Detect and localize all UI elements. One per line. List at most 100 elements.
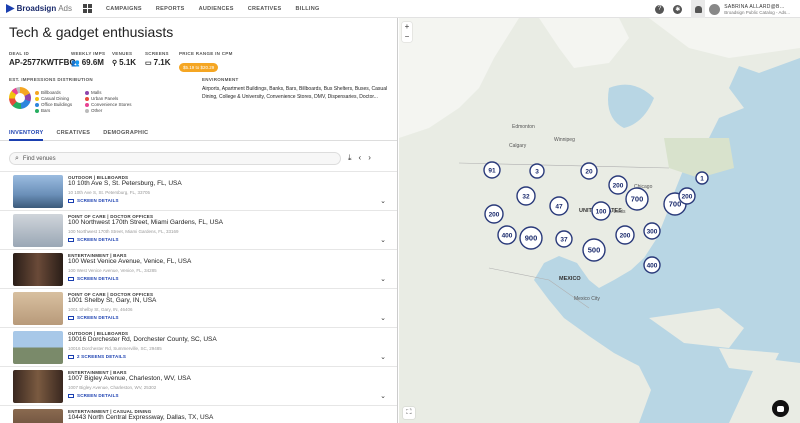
price-stat: PRICE RANGE IN CPM $5.19 to $20.29: [179, 51, 233, 74]
venues-label: VENUES: [112, 51, 133, 56]
map-cluster-count: 300: [647, 229, 658, 236]
main-nav: CAMPAIGNS REPORTS AUDIENCES CREATIVES BI…: [106, 6, 334, 12]
download-icon[interactable]: ⤓: [348, 153, 352, 163]
settings-icon[interactable]: ✱: [673, 4, 683, 14]
chevron-down-icon[interactable]: ⌄: [380, 275, 386, 283]
legend-item: Casual Dining: [35, 96, 85, 101]
venue-thumbnail: [13, 409, 63, 423]
apps-grid-icon[interactable]: [80, 2, 94, 16]
tab-creatives[interactable]: CREATIVES: [56, 127, 90, 141]
chevron-down-icon[interactable]: ⌄: [380, 392, 386, 400]
screen-details-link[interactable]: 2 SCREENS DETAILS: [68, 354, 126, 359]
venue-address: 10 10th Ave S, St. Petersburg, FL, USA: [68, 180, 182, 187]
screen-details-link[interactable]: SCREEN DETAILS: [68, 237, 119, 242]
nav-reports[interactable]: REPORTS: [156, 6, 185, 12]
chevron-right-icon[interactable]: ›: [368, 153, 371, 163]
location-pin-icon: ⚲: [112, 59, 118, 67]
user-menu[interactable]: SABRINA ALLARD@B... Broadsign Public Cat…: [724, 4, 790, 15]
screen-details-link[interactable]: SCREEN DETAILS: [68, 393, 119, 398]
list-item[interactable]: POINT OF CARE | DOCTOR OFFICES 100 North…: [0, 210, 397, 249]
map-cluster-count: 3: [535, 169, 539, 176]
map-cluster-count: 1: [700, 176, 704, 183]
screen-details-link[interactable]: SCREEN DETAILS: [68, 315, 119, 320]
venue-thumbnail: [13, 253, 63, 286]
zoom-in-button[interactable]: +: [402, 22, 412, 32]
legend-item: Office Buildings: [35, 102, 85, 107]
map-cluster-count: 20: [585, 169, 593, 176]
venue-search[interactable]: ⌕ Find venues: [9, 152, 341, 165]
venue-subaddress: 100 West Venice Avenue, Venice, FL, 3428…: [68, 268, 157, 273]
tab-demographic[interactable]: DEMOGRAPHIC: [103, 127, 148, 141]
chevron-down-icon[interactable]: ⌄: [380, 353, 386, 361]
venue-thumbnail: [13, 292, 63, 325]
legend-item: Billboards: [35, 90, 85, 95]
venue-thumbnail: [13, 370, 63, 403]
venue-address: 1007 Bigley Avenue, Charleston, WV, USA: [68, 375, 191, 382]
deal-id-label: DEAL ID: [9, 51, 30, 56]
tab-inventory[interactable]: INVENTORY: [9, 127, 44, 141]
map-cluster-count: 91: [488, 168, 496, 175]
venue-subaddress: 1007 Bigley Avenue, Charleston, WV, 2530…: [68, 385, 157, 390]
distribution-legend: Billboards Malls Casual Dining Urban Pan…: [35, 90, 135, 113]
people-icon: 👥: [71, 59, 80, 67]
nav-billing[interactable]: BILLING: [295, 6, 319, 12]
weekly-imps-value: 69.6M: [81, 58, 104, 67]
screens-stat: SCREENS ▭ 7.1K: [145, 51, 171, 67]
map-label: Edmonton: [512, 124, 535, 130]
notifications-button[interactable]: [691, 0, 706, 18]
venue-address: 100 Northwest 170th Street, Miami Garden…: [68, 219, 223, 226]
venue-subaddress: 10016 Dorchester Rd, Summerville, SC, 29…: [68, 346, 162, 351]
list-item[interactable]: ENTERTAINMENT | CASUAL DINING 10443 Nort…: [0, 405, 397, 423]
list-item[interactable]: OUTDOOR | BILLBOARDS 10016 Dorchester Rd…: [0, 327, 397, 366]
venue-map[interactable]: Edmonton Calgary Winnipeg UNITED STATES …: [399, 18, 800, 423]
nav-campaigns[interactable]: CAMPAIGNS: [106, 6, 142, 12]
detail-tabs: INVENTORY CREATIVES DEMOGRAPHIC: [0, 127, 397, 141]
broadsign-logo[interactable]: Broadsign Ads: [6, 4, 72, 13]
venues-value: 5.1K: [119, 58, 137, 67]
list-item[interactable]: POINT OF CARE | DOCTOR OFFICES 1001 Shel…: [0, 288, 397, 327]
screen-icon: [68, 315, 74, 320]
list-item[interactable]: ENTERTAINMENT | BARS 100 West Venice Ave…: [0, 249, 397, 288]
screen-details-link[interactable]: SCREEN DETAILS: [68, 276, 119, 281]
screens-value: 7.1K: [153, 58, 171, 67]
venue-address: 100 West Venice Avenue, Venice, FL, USA: [68, 258, 192, 265]
map-cluster-count: 32: [522, 194, 530, 201]
chevron-down-icon[interactable]: ⌄: [380, 236, 386, 244]
map-cluster-count: 47: [555, 204, 563, 211]
venue-thumbnail: [13, 331, 63, 364]
user-org: Broadsign Public Catalog - Ads...: [724, 9, 790, 15]
chevron-down-icon[interactable]: ⌄: [380, 314, 386, 322]
distribution-donut-chart[interactable]: [9, 87, 31, 109]
deal-id-stat: DEAL ID AP-2577KWTFBQ: [9, 51, 76, 67]
map-cluster-count: 900: [525, 234, 538, 243]
nav-audiences[interactable]: AUDIENCES: [199, 6, 234, 12]
map-cluster-count: 200: [613, 183, 624, 190]
price-badge: $5.19 to $20.29: [179, 63, 219, 72]
map-label: Calgary: [509, 143, 527, 149]
venue-address: 10016 Dorchester Rd, Dorchester County, …: [68, 336, 217, 343]
chat-button[interactable]: [772, 400, 789, 417]
avatar[interactable]: [709, 3, 721, 15]
legend-item: Convenience Stores: [85, 102, 135, 107]
deal-id-value[interactable]: AP-2577KWTFBQ: [9, 58, 76, 67]
weekly-imps-stat: WEEKLY IMPS 👥 69.6M: [71, 51, 105, 67]
zoom-out-button[interactable]: −: [402, 32, 412, 42]
search-input[interactable]: Find venues: [23, 156, 56, 162]
impressions-distribution: EST. IMPRESSIONS DISTRIBUTION Billboards…: [9, 77, 189, 113]
help-icon[interactable]: ?: [655, 4, 665, 14]
chevron-left-icon[interactable]: ‹: [359, 153, 362, 163]
map-canvas[interactable]: Edmonton Calgary Winnipeg UNITED STATES …: [399, 18, 800, 423]
chevron-down-icon[interactable]: ⌄: [380, 197, 386, 205]
list-item[interactable]: OUTDOOR | BILLBOARDS 10 10th Ave S, St. …: [0, 171, 397, 210]
map-label: Winnipeg: [554, 137, 575, 143]
screen-details-link[interactable]: SCREEN DETAILS: [68, 198, 119, 203]
map-cluster-count: 700: [669, 200, 682, 209]
legend-item: Other: [85, 108, 135, 113]
nav-creatives[interactable]: CREATIVES: [248, 6, 282, 12]
fullscreen-icon[interactable]: ⛶: [403, 407, 415, 419]
legend-item: Bars: [35, 108, 85, 113]
screens-label: SCREENS: [145, 51, 169, 56]
screen-icon: [68, 276, 74, 281]
price-label: PRICE RANGE IN CPM: [179, 51, 233, 56]
list-item[interactable]: ENTERTAINMENT | BARS 1007 Bigley Avenue,…: [0, 366, 397, 405]
